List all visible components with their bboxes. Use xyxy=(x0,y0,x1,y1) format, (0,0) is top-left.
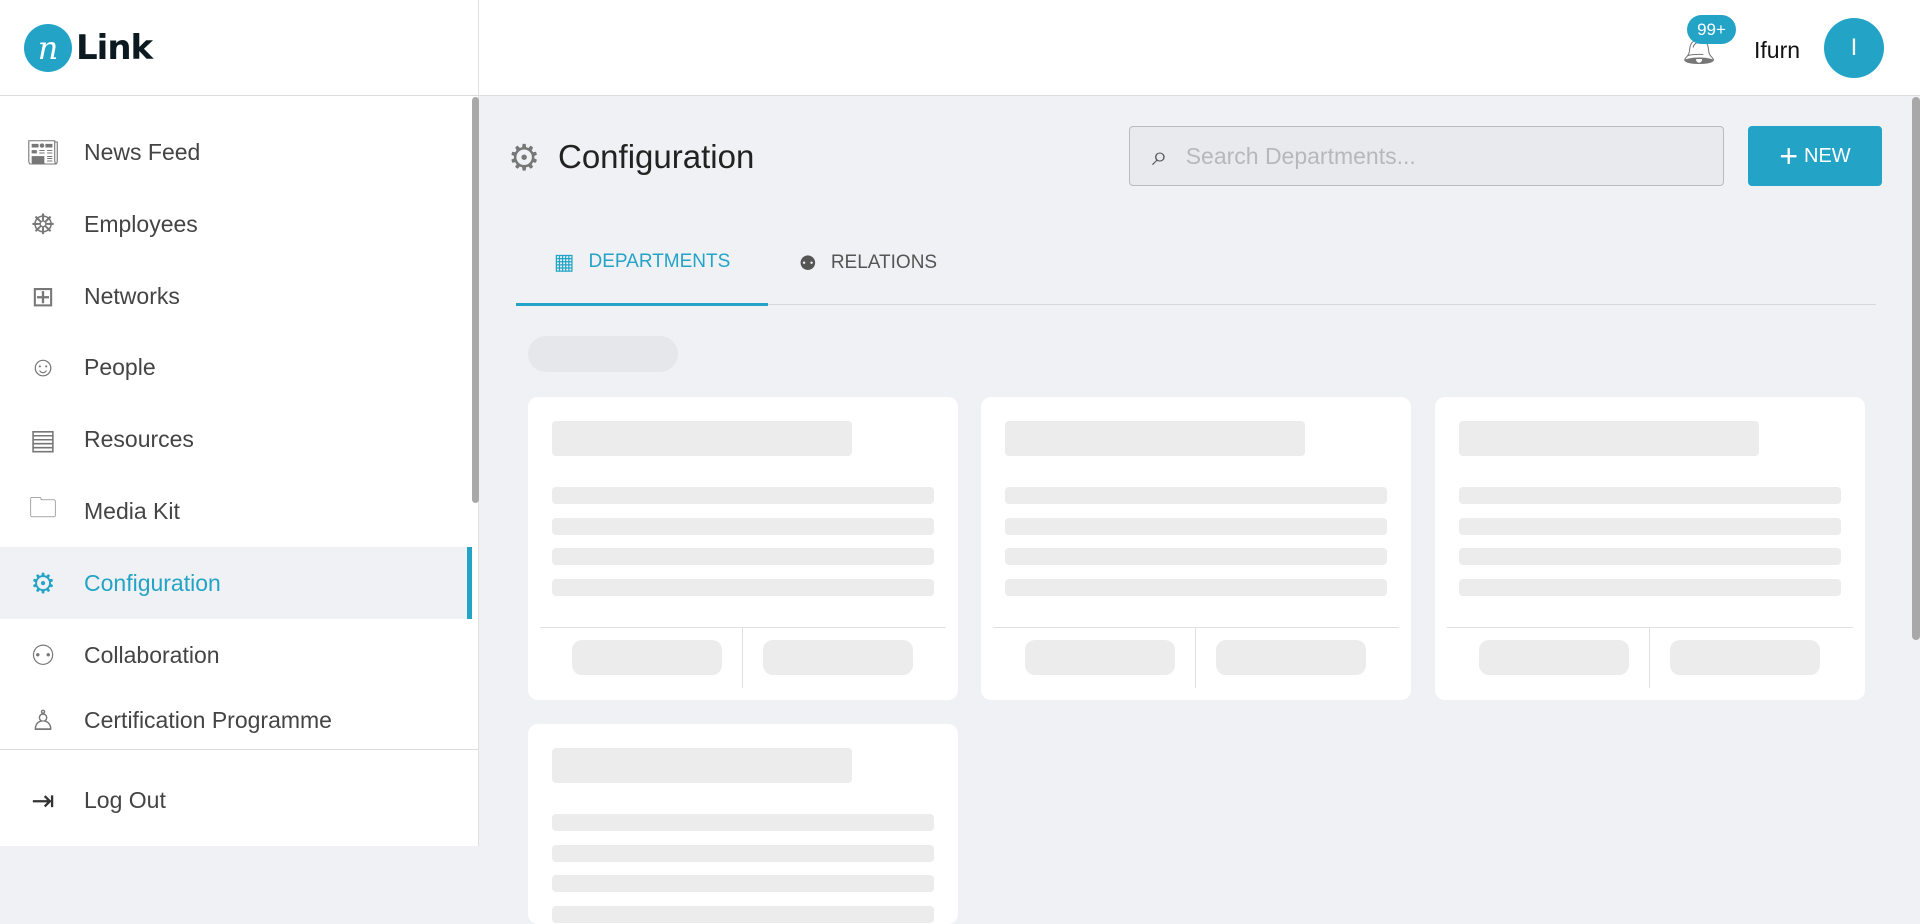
employees-icon: ☸ xyxy=(30,208,56,240)
skeleton-line xyxy=(552,579,934,596)
tab-relations[interactable]: ⚉ RELATIONS xyxy=(768,220,968,306)
department-card-skeleton xyxy=(528,724,958,924)
gear-icon: ⚙ xyxy=(30,567,56,599)
logout-label: Log Out xyxy=(84,786,166,813)
new-button[interactable]: + NEW xyxy=(1748,126,1882,186)
sidebar-item-people[interactable]: ☺ People xyxy=(0,331,472,403)
sidebar-item-label: Employees xyxy=(84,210,198,237)
skeleton-line xyxy=(552,518,934,535)
skeleton-line xyxy=(552,487,934,504)
skeleton-title xyxy=(552,421,852,456)
skeleton-title xyxy=(552,748,852,783)
network-icon: ⊞ xyxy=(31,280,55,312)
search-icon: ⌕ xyxy=(1152,139,1168,171)
skeleton-line xyxy=(1005,548,1387,565)
sidebar-item-label: Resources xyxy=(84,425,194,452)
tab-label: RELATIONS xyxy=(830,252,938,273)
sidebar-item-employees[interactable]: ☸ Employees xyxy=(0,188,472,260)
sidebar-item-label: People xyxy=(84,353,156,380)
logo[interactable]: n Link xyxy=(24,24,153,72)
plus-icon: + xyxy=(1779,137,1798,174)
skeleton-line xyxy=(1459,579,1841,596)
skeleton-button xyxy=(572,640,722,675)
skeleton-button xyxy=(1479,640,1629,675)
new-label: NEW xyxy=(1804,144,1851,167)
skeleton-line xyxy=(552,548,934,565)
divider xyxy=(742,628,743,688)
sidebar-item-collaboration[interactable]: ⚇ Collaboration xyxy=(0,619,472,691)
divider xyxy=(1195,628,1196,688)
skeleton-title xyxy=(1459,421,1759,456)
sidebar-item-label: Collaboration xyxy=(84,641,220,668)
logo-mark: n xyxy=(24,24,72,72)
group-icon: ⚉ xyxy=(798,252,817,275)
search-placeholder: Search Departments... xyxy=(1185,142,1416,169)
certification-icon: ♙ xyxy=(30,704,56,736)
logout-button[interactable]: ⇥ Log Out xyxy=(0,764,472,836)
department-card-skeleton xyxy=(1435,397,1865,700)
header-divider xyxy=(0,95,1920,96)
collaboration-icon: ⚇ xyxy=(30,639,56,671)
skeleton-line xyxy=(552,845,934,862)
divider xyxy=(993,627,1399,628)
notification-badge: 99+ xyxy=(1687,15,1736,44)
sidebar: n Link 📰︎ News Feed ☸ Employees ⊞ Networks … xyxy=(0,0,479,846)
department-card-skeleton xyxy=(528,397,958,700)
sidebar-item-news-feed[interactable]: 📰︎ News Feed xyxy=(0,116,472,188)
skeleton-line xyxy=(1459,487,1841,504)
divider xyxy=(540,627,946,628)
skeleton-line xyxy=(552,814,934,831)
skeleton-button xyxy=(1025,640,1175,675)
people-icon: ☺ xyxy=(28,351,58,382)
sidebar-item-resources[interactable]: ▤ Resources xyxy=(0,403,472,475)
sidebar-item-label: News Feed xyxy=(84,138,201,165)
sidebar-item-networks[interactable]: ⊞ Networks xyxy=(0,260,472,332)
main-scrollbar[interactable] xyxy=(1912,97,1920,640)
divider xyxy=(0,749,479,750)
sidebar-item-label: Media Kit xyxy=(84,497,180,524)
skeleton-line xyxy=(1005,518,1387,535)
search-input[interactable]: ⌕ Search Departments... xyxy=(1129,126,1724,186)
sidebar-item-label: Configuration xyxy=(84,569,221,596)
sidebar-scrollbar[interactable] xyxy=(472,97,479,503)
skeleton-pill xyxy=(528,336,678,372)
sidebar-item-label: Networks xyxy=(84,282,180,309)
skeleton-title xyxy=(1005,421,1305,456)
avatar[interactable]: I xyxy=(1824,18,1884,78)
skeleton-button xyxy=(1670,640,1820,675)
building-icon: ▦ xyxy=(553,248,575,274)
skeleton-line xyxy=(1459,518,1841,535)
user-name[interactable]: Ifurn xyxy=(1754,37,1800,64)
sidebar-item-configuration[interactable]: ⚙ Configuration xyxy=(0,547,472,619)
skeleton-line xyxy=(552,906,934,923)
folder-icon: 🗀 xyxy=(28,492,57,523)
skeleton-button xyxy=(763,640,913,675)
gear-icon: ⚙ xyxy=(508,137,541,178)
department-card-skeleton xyxy=(981,397,1411,700)
book-icon: ▤ xyxy=(29,423,57,455)
sidebar-item-label: Certification Programme xyxy=(84,706,332,733)
sidebar-item-media-kit[interactable]: 🗀 Media Kit xyxy=(0,475,472,547)
skeleton-line xyxy=(552,875,934,892)
newspaper-icon: 📰︎ xyxy=(25,136,61,168)
divider xyxy=(1649,628,1650,688)
tab-departments[interactable]: ▦ DEPARTMENTS xyxy=(516,220,768,306)
skeleton-line xyxy=(1005,579,1387,596)
logo-text: Link xyxy=(76,28,153,68)
logout-icon: ⇥ xyxy=(31,784,55,816)
skeleton-line xyxy=(1459,548,1841,565)
tab-label: DEPARTMENTS xyxy=(588,250,731,272)
sidebar-item-certification-programme[interactable]: ♙ Certification Programme xyxy=(0,691,472,749)
skeleton-button xyxy=(1216,640,1366,675)
skeleton-line xyxy=(1005,487,1387,504)
page-title: Configuration xyxy=(558,138,755,175)
divider xyxy=(1447,627,1853,628)
